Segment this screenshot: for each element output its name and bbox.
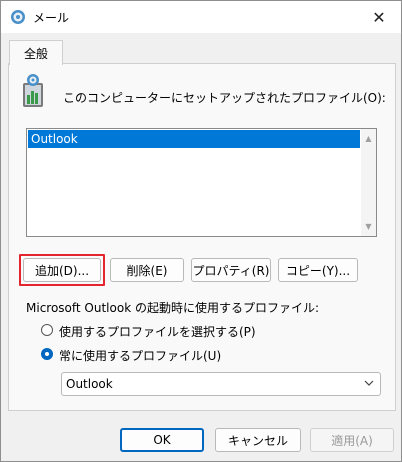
cancel-button-label: キャンセル	[227, 433, 288, 448]
ok-button-label: OK	[153, 433, 171, 447]
window-title: メール	[33, 11, 70, 25]
close-icon: ✕	[372, 7, 386, 27]
ok-button[interactable]: OK	[120, 428, 204, 452]
list-item[interactable]: Outlook	[28, 130, 360, 148]
tab-general[interactable]: 全般	[9, 40, 63, 65]
profile-list[interactable]: Outlook ▲ ▼	[26, 128, 377, 237]
radio-always-profile[interactable]	[41, 348, 53, 360]
profile-select[interactable]: Outlook	[61, 372, 381, 396]
mail-profile-icon	[23, 74, 43, 107]
radio-prompt-label[interactable]: 使用するプロファイルを選択する(P)	[59, 323, 256, 340]
properties-button-label: プロパティ(R)	[192, 263, 270, 278]
apply-button[interactable]: 適用(A)	[310, 428, 394, 452]
mail-dialog: メール ✕ 全般 このコンピューターにセットアップされたプロファイル(O): O…	[0, 0, 402, 462]
title-bar: メール ✕	[1, 1, 401, 33]
add-button-label: 追加(D)...	[34, 263, 90, 278]
mail-icon	[11, 10, 25, 24]
apply-button-label: 適用(A)	[331, 433, 373, 448]
profile-list-scrollbar[interactable]: ▲ ▼	[361, 129, 376, 236]
close-button[interactable]: ✕	[365, 5, 393, 29]
scroll-down-icon[interactable]: ▼	[361, 219, 376, 234]
radio-prompt-profile[interactable]	[41, 324, 53, 336]
profile-select-value: Outlook	[66, 377, 113, 391]
cancel-button[interactable]: キャンセル	[215, 428, 301, 452]
remove-button[interactable]: 削除(E)	[110, 258, 184, 282]
startup-label: Microsoft Outlook の起動時に使用するプロファイル:	[26, 301, 320, 315]
copy-button-label: コピー(Y)...	[285, 263, 351, 278]
chevron-down-icon	[364, 380, 374, 386]
profiles-description: このコンピューターにセットアップされたプロファイル(O):	[63, 91, 386, 105]
scroll-up-icon[interactable]: ▲	[361, 131, 376, 146]
remove-button-label: 削除(E)	[126, 263, 168, 278]
properties-button[interactable]: プロパティ(R)	[191, 258, 271, 282]
list-item-label: Outlook	[31, 132, 78, 146]
tab-general-label: 全般	[23, 46, 48, 61]
radio-always-label[interactable]: 常に使用するプロファイル(U)	[59, 347, 221, 364]
copy-button[interactable]: コピー(Y)...	[278, 258, 358, 282]
add-button[interactable]: 追加(D)...	[23, 258, 101, 282]
